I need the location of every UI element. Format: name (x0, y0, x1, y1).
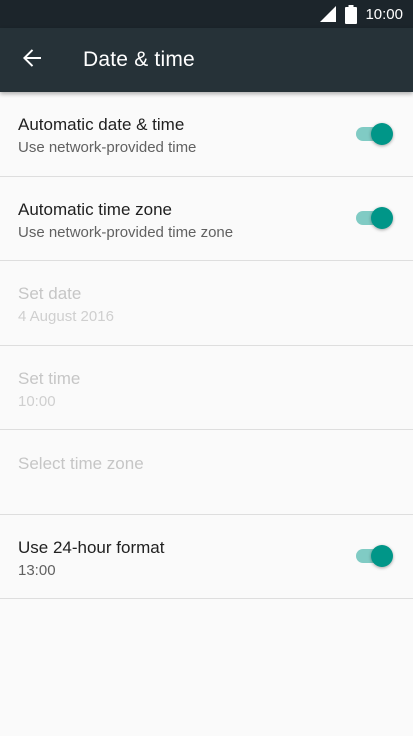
app-bar: Date & time (0, 28, 413, 92)
use-24-hour-format-toggle[interactable] (353, 543, 393, 569)
automatic-date-time-toggle[interactable] (353, 121, 393, 147)
setting-label: Automatic time zone (18, 199, 173, 219)
setting-summary: 10:00 (18, 392, 56, 410)
toggle-thumb (371, 207, 393, 230)
setting-summary: Use network-provided time (18, 139, 197, 157)
page-title: Date & time (83, 48, 195, 71)
setting-set-time: Set time 10:00 (0, 346, 413, 430)
setting-label: Use 24-hour format (18, 537, 165, 557)
toggle-thumb (371, 545, 393, 568)
status-time: 10:00 (365, 5, 403, 23)
signal-icon (319, 5, 337, 23)
battery-icon (345, 4, 358, 24)
setting-set-date: Set date 4 August 2016 (0, 261, 413, 346)
setting-summary: Use network-provided time zone (18, 223, 234, 241)
status-bar: 10:00 (0, 0, 413, 28)
setting-label: Select time zone (18, 453, 144, 473)
setting-automatic-date-time[interactable]: Automatic date & time Use network-provid… (0, 92, 413, 177)
setting-select-time-zone: Select time zone (0, 430, 413, 515)
settings-list: Automatic date & time Use network-provid… (0, 92, 413, 599)
setting-summary: 13:00 (18, 561, 56, 579)
arrow-back-icon (22, 48, 42, 73)
back-button[interactable] (0, 28, 64, 92)
setting-summary: 4 August 2016 (18, 308, 114, 326)
setting-use-24-hour-format[interactable]: Use 24-hour format 13:00 (0, 515, 413, 599)
setting-label: Set time (18, 368, 81, 388)
toggle-thumb (371, 122, 393, 145)
automatic-time-zone-toggle[interactable] (353, 205, 393, 231)
setting-label: Set date (18, 284, 82, 304)
setting-automatic-time-zone[interactable]: Automatic time zone Use network-provided… (0, 177, 413, 261)
setting-label: Automatic date & time (18, 115, 185, 135)
